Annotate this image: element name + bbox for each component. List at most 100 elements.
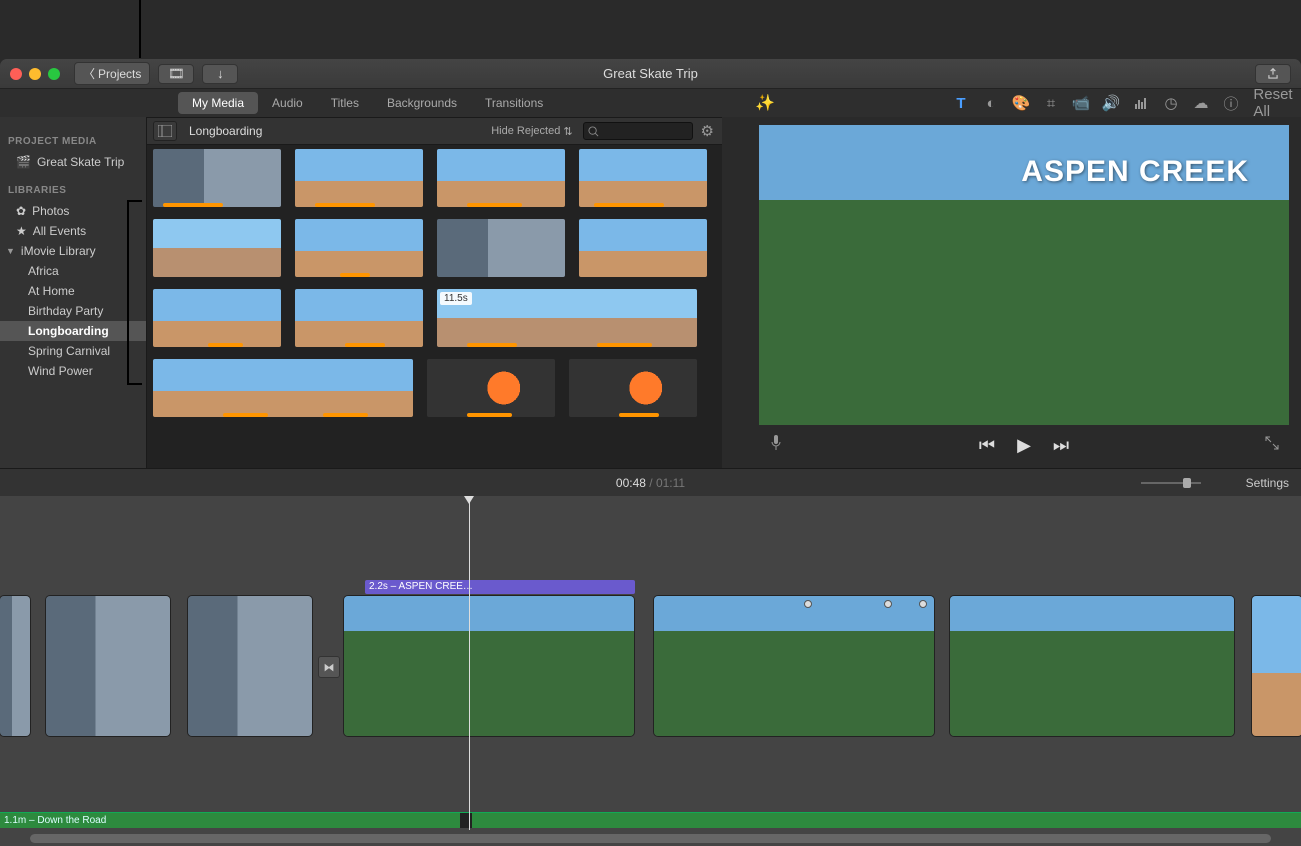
crop-inspector-icon[interactable]: ⌗ xyxy=(1043,95,1059,111)
clip-thumb[interactable] xyxy=(153,219,281,277)
photos-library-item[interactable]: ✿ Photos xyxy=(0,201,146,221)
stabilize-inspector-icon[interactable]: 📹 xyxy=(1073,95,1089,111)
next-button[interactable]: ⏭ xyxy=(1053,435,1069,456)
event-spring-carnival[interactable]: Spring Carnival xyxy=(0,341,146,361)
clip-thumb[interactable] xyxy=(153,359,413,417)
tab-backgrounds[interactable]: Backgrounds xyxy=(373,92,471,114)
play-button[interactable]: ▶ xyxy=(1017,435,1031,456)
clip-thumb[interactable]: 11.5s xyxy=(437,289,697,347)
clip-thumb[interactable] xyxy=(295,149,423,207)
clip-thumb[interactable] xyxy=(427,359,555,417)
playback-controls: ⏮ ▶ ⏭ xyxy=(759,430,1289,460)
scrollbar-thumb[interactable] xyxy=(30,834,1271,843)
keyframe[interactable] xyxy=(919,600,927,608)
timeline-clip[interactable] xyxy=(950,596,1234,736)
fullscreen-button[interactable] xyxy=(1265,436,1279,455)
timeline-clip[interactable] xyxy=(1252,596,1301,736)
voiceover-button[interactable] xyxy=(769,434,783,457)
clip-browser: 11.5s xyxy=(147,145,722,468)
sidebar-toggle-button[interactable] xyxy=(153,121,177,141)
audio-clip-label: 1.1m – Down the Road xyxy=(4,815,106,826)
callout-line xyxy=(127,383,142,385)
search-input[interactable] xyxy=(583,122,693,140)
transition-icon[interactable]: ⧓ xyxy=(318,656,340,678)
share-icon xyxy=(1266,67,1280,81)
expand-icon xyxy=(1265,436,1279,450)
library-list-toggle-button[interactable]: 🎞 xyxy=(158,64,194,84)
enhance-wand-icon[interactable]: ✨ xyxy=(755,93,775,113)
clapper-icon: 🎬 xyxy=(16,155,31,169)
reset-all-button[interactable]: Reset All xyxy=(1265,95,1281,111)
clip-thumb[interactable] xyxy=(295,289,423,347)
equalizer-inspector-icon[interactable] xyxy=(1133,95,1149,111)
timeline[interactable]: 2.2s – ASPEN CREE… ⧓ 1.1m – Down the Roa… xyxy=(0,496,1301,846)
event-africa[interactable]: Africa xyxy=(0,261,146,281)
clip-thumb[interactable] xyxy=(579,219,707,277)
inspector-buttons: T ◐ 🎨 ⌗ 📹 🔊 ◷ ☁ ⓘ Reset All xyxy=(953,95,1281,111)
window-title: Great Skate Trip xyxy=(603,66,698,81)
libraries-header: LIBRARIES xyxy=(0,180,146,201)
microphone-icon xyxy=(769,434,783,452)
close-window-button[interactable] xyxy=(10,68,22,80)
sidebar-icon xyxy=(158,125,172,137)
callout-line xyxy=(127,200,129,383)
project-item[interactable]: 🎬 Great Skate Trip xyxy=(0,152,146,172)
all-events-item[interactable]: ★ All Events xyxy=(0,221,146,241)
noise-inspector-icon[interactable]: ☁ xyxy=(1193,95,1209,111)
current-time: 00:48 xyxy=(616,476,646,490)
photos-icon: ✿ xyxy=(16,204,26,218)
search-icon xyxy=(588,126,599,137)
zoom-window-button[interactable] xyxy=(48,68,60,80)
keyframe[interactable] xyxy=(884,600,892,608)
title-clip[interactable]: 2.2s – ASPEN CREE… xyxy=(365,580,635,594)
time-display: 00:48 / 01:11 xyxy=(616,476,685,490)
tab-transitions[interactable]: Transitions xyxy=(471,92,557,114)
timeline-clip[interactable] xyxy=(0,596,30,736)
clip-thumb[interactable] xyxy=(437,149,565,207)
event-wind-power[interactable]: Wind Power xyxy=(0,361,146,381)
star-icon: ★ xyxy=(16,224,27,238)
minimize-window-button[interactable] xyxy=(29,68,41,80)
clip-settings-button[interactable]: ⚙ xyxy=(701,122,714,140)
clip-thumb[interactable] xyxy=(153,149,281,207)
import-button[interactable]: ↓ xyxy=(202,64,238,84)
disclosure-triangle-icon[interactable]: ▼ xyxy=(6,246,15,256)
timeline-settings-button[interactable]: Settings xyxy=(1246,476,1289,490)
event-birthday-party[interactable]: Birthday Party xyxy=(0,301,146,321)
tab-my-media[interactable]: My Media xyxy=(178,92,258,114)
clip-thumb[interactable] xyxy=(579,149,707,207)
filters-inspector-icon[interactable]: ◐ xyxy=(983,95,999,111)
playhead[interactable] xyxy=(469,496,470,830)
preview-viewer[interactable]: ASPEN CREEK xyxy=(759,125,1289,425)
clip-thumb[interactable] xyxy=(295,219,423,277)
timeline-clip[interactable] xyxy=(46,596,170,736)
speed-inspector-icon[interactable]: ◷ xyxy=(1163,95,1179,111)
callout-line xyxy=(127,200,142,202)
share-button[interactable] xyxy=(1255,64,1291,84)
clip-thumb[interactable] xyxy=(437,219,565,277)
info-inspector-icon[interactable]: ⓘ xyxy=(1223,95,1239,111)
window-controls xyxy=(10,68,60,80)
prev-button[interactable]: ⏮ xyxy=(979,435,995,456)
tab-titles[interactable]: Titles xyxy=(317,92,373,114)
titles-inspector-icon[interactable]: T xyxy=(953,95,969,111)
timeline-clip[interactable] xyxy=(188,596,312,736)
event-at-home[interactable]: At Home xyxy=(0,281,146,301)
clip-thumb[interactable] xyxy=(153,289,281,347)
imovie-library-item[interactable]: ▼ iMovie Library xyxy=(0,241,146,261)
volume-inspector-icon[interactable]: 🔊 xyxy=(1103,95,1119,111)
timeline-clip[interactable] xyxy=(344,596,634,736)
tab-audio[interactable]: Audio xyxy=(258,92,317,114)
filter-dropdown[interactable]: Hide Rejected ⇅ xyxy=(491,125,572,138)
keyframe[interactable] xyxy=(804,600,812,608)
zoom-thumb[interactable] xyxy=(1183,478,1191,488)
zoom-slider[interactable] xyxy=(1141,476,1211,490)
horizontal-scrollbar[interactable] xyxy=(30,834,1271,843)
color-inspector-icon[interactable]: 🎨 xyxy=(1013,95,1029,111)
timeline-clip[interactable] xyxy=(654,596,934,736)
chevron-left-icon: 〈 xyxy=(83,65,95,82)
audio-track[interactable]: 1.1m – Down the Road xyxy=(0,812,1301,828)
projects-back-button[interactable]: 〈 Projects xyxy=(74,62,150,85)
event-longboarding[interactable]: Longboarding xyxy=(0,321,146,341)
clip-thumb[interactable] xyxy=(569,359,697,417)
